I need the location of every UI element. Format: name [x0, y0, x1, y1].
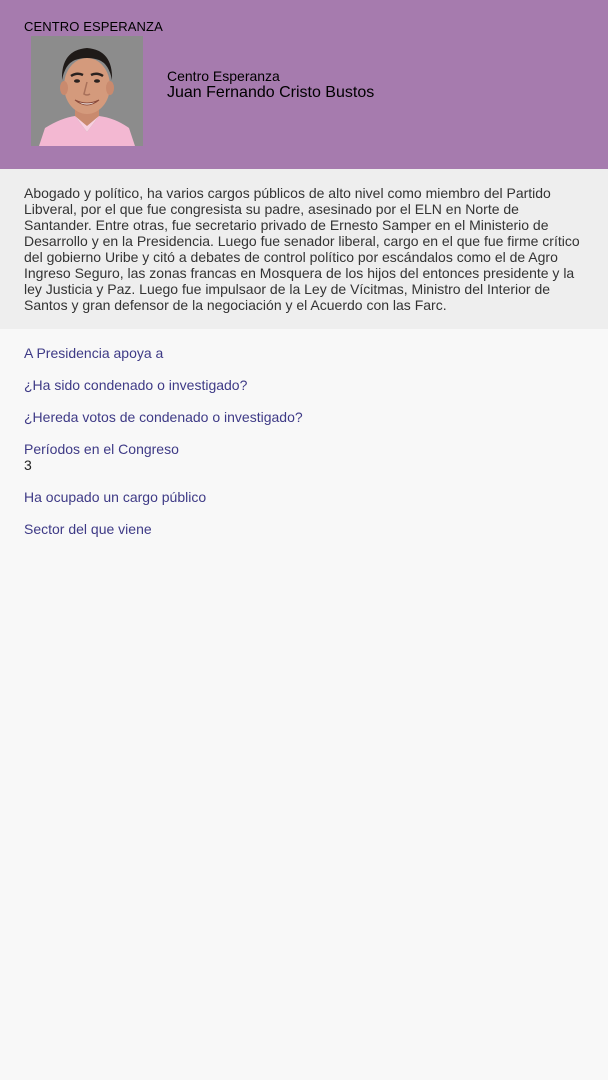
candidate-header: CENTRO ESPERANZA Centro Esperanza Juan F…: [0, 0, 608, 169]
question-label: ¿Ha sido condenado o investigado?: [24, 377, 248, 393]
question-value: 3: [24, 457, 32, 473]
question-item-origin-sector[interactable]: Sector del que viene: [24, 521, 584, 537]
candidate-portrait-image: [31, 36, 143, 146]
question-label: Ha ocupado un cargo público: [24, 489, 207, 505]
question-item-presidential-support[interactable]: A Presidencia apoya a: [24, 345, 584, 361]
candidate-bio: Abogado y político, ha varios cargos púb…: [0, 169, 608, 329]
question-label: ¿Hereda votos de condenado o investigado…: [24, 409, 303, 425]
question-label: Sector del que viene: [24, 521, 152, 537]
candidate-name: Juan Fernando Cristo Bustos: [167, 84, 375, 101]
party-tag: CENTRO ESPERANZA: [24, 19, 163, 34]
question-item-public-office[interactable]: Ha ocupado un cargo público: [24, 489, 584, 505]
question-label: Períodos en el Congreso: [24, 441, 179, 457]
name-block: Centro Esperanza Juan Fernando Cristo Bu…: [167, 68, 374, 102]
question-list: A Presidencia apoya a ¿Ha sido condenado…: [0, 329, 608, 537]
question-item-congress-terms[interactable]: Períodos en el Congreso 3: [24, 441, 584, 473]
question-item-inherited-votes[interactable]: ¿Hereda votos de condenado o investigado…: [24, 409, 584, 425]
question-label: A Presidencia apoya a: [24, 345, 164, 361]
candidate-photo: [31, 36, 143, 146]
question-item-convicted-or-investigated[interactable]: ¿Ha sido condenado o investigado?: [24, 377, 584, 393]
party-name: Centro Esperanza: [167, 68, 280, 84]
